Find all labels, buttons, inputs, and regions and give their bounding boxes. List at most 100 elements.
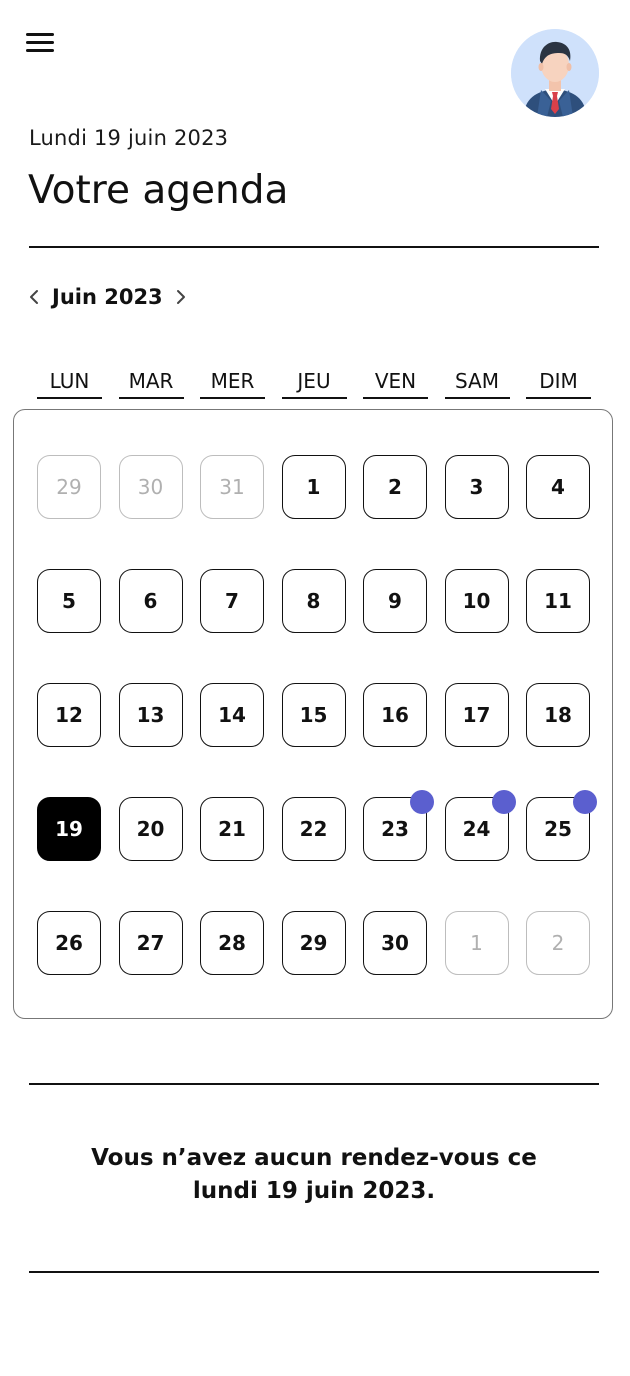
calendar-day[interactable]: 12 <box>37 683 101 747</box>
page-title: Votre agenda <box>28 168 289 213</box>
calendar-day[interactable]: 29 <box>281 911 346 975</box>
calendar-day-number: 9 <box>388 589 402 613</box>
calendar-day[interactable]: 15 <box>281 683 346 747</box>
calendar-grid: 29 30 31 1 2 3 4 5 6 7 8 9 10 11 12 13 14 15 16 17 18 19 20 21 2… <box>13 409 613 1019</box>
calendar-day[interactable]: 25 <box>526 790 597 861</box>
calendar-day-number: 1 <box>306 475 321 499</box>
calendar-day-number: 6 <box>143 589 158 613</box>
weekday-header: LUN MAR MER JEU VEN SAM DIM <box>37 369 592 401</box>
hamburger-menu-icon[interactable] <box>24 30 56 56</box>
calendar-day-number: 29 <box>299 931 328 955</box>
menu-bar <box>26 41 54 44</box>
weekday-label: VEN <box>363 369 428 399</box>
calendar-day-number: 4 <box>551 475 565 499</box>
calendar-day-number: 23 <box>381 817 409 841</box>
calendar-day-number: 24 <box>462 817 491 841</box>
weekday-label: LUN <box>37 369 102 399</box>
calendar-day[interactable]: 1 <box>444 911 509 975</box>
calendar-day[interactable]: 26 <box>37 911 101 975</box>
chevron-left-icon[interactable] <box>26 282 42 312</box>
calendar-day[interactable]: 14 <box>200 683 264 747</box>
calendar-day-number: 29 <box>56 475 82 499</box>
empty-message-line: Vous n’avez aucun rendez-vous ce <box>91 1145 537 1171</box>
calendar-day-number: 30 <box>137 475 164 499</box>
event-indicator-dot <box>573 790 597 814</box>
calendar-day[interactable]: 24 <box>444 790 516 861</box>
calendar-day-number: 2 <box>388 475 402 499</box>
weekday-label: JEU <box>281 369 347 399</box>
weekday-label: SAM <box>444 369 510 399</box>
calendar-day[interactable]: 28 <box>200 911 264 975</box>
calendar-day-number: 17 <box>462 703 491 727</box>
calendar-day[interactable]: 29 <box>37 455 101 519</box>
menu-bar <box>26 49 54 52</box>
calendar-day-number: 20 <box>136 817 165 841</box>
calendar-day[interactable]: 2 <box>526 911 590 975</box>
calendar-day[interactable]: 2 <box>363 455 427 519</box>
calendar-day-number: 10 <box>462 589 491 613</box>
calendar-day[interactable]: 6 <box>118 569 183 633</box>
calendar-day[interactable]: 27 <box>118 911 183 975</box>
calendar-day[interactable]: 17 <box>444 683 509 747</box>
calendar-day[interactable]: 23 <box>363 790 434 861</box>
calendar-day[interactable]: 21 <box>200 797 264 861</box>
calendar-day[interactable]: 10 <box>444 569 509 633</box>
user-avatar-icon[interactable] <box>511 29 599 117</box>
weekday-label: MER <box>200 369 265 399</box>
calendar-day[interactable]: 30 <box>118 455 183 519</box>
event-indicator-dot <box>410 790 434 814</box>
calendar-day-number: 21 <box>218 817 246 841</box>
calendar-day[interactable]: 22 <box>281 797 346 861</box>
calendar-day[interactable]: 30 <box>363 911 427 975</box>
avatar-illustration <box>511 29 599 117</box>
calendar-day-number: 7 <box>225 589 239 613</box>
empty-appointments-message: Vous n’avez aucun rendez-vous ce lundi 1… <box>29 1142 599 1208</box>
calendar-day-number: 31 <box>219 475 245 499</box>
calendar-day[interactable]: 4 <box>526 455 590 519</box>
month-navigation: Juin 2023 <box>26 282 189 312</box>
divider <box>29 246 599 248</box>
month-label: Juin 2023 <box>52 285 163 309</box>
weekday-label: DIM <box>526 369 591 399</box>
calendar-day-number: 25 <box>544 817 572 841</box>
calendar-day[interactable]: 20 <box>118 797 183 861</box>
calendar-day[interactable]: 3 <box>444 455 509 519</box>
calendar-day-number: 26 <box>55 931 83 955</box>
calendar-day[interactable]: 1 <box>281 455 346 519</box>
menu-bar <box>26 33 54 36</box>
calendar-day[interactable]: 31 <box>200 455 264 519</box>
calendar-day[interactable]: 5 <box>37 569 101 633</box>
calendar-day-number: 12 <box>55 703 83 727</box>
calendar-day-selected[interactable]: 19 <box>37 797 101 861</box>
calendar-day-number: 15 <box>299 703 328 727</box>
chevron-right-icon[interactable] <box>173 282 189 312</box>
calendar-day-number: 30 <box>381 931 409 955</box>
calendar-day-number: 11 <box>544 589 572 613</box>
event-indicator-dot <box>491 790 516 814</box>
calendar-day-number: 1 <box>470 931 483 955</box>
calendar-day-number: 22 <box>299 817 328 841</box>
calendar-day-number: 19 <box>55 817 83 841</box>
current-date: Lundi 19 juin 2023 <box>29 126 229 150</box>
calendar-day-number: 2 <box>551 931 565 955</box>
calendar-day[interactable]: 11 <box>526 569 590 633</box>
calendar-day-number: 3 <box>469 475 484 499</box>
calendar-day-number: 28 <box>218 931 246 955</box>
empty-message-line: lundi 19 juin 2023. <box>192 1178 436 1204</box>
calendar-day[interactable]: 7 <box>200 569 264 633</box>
divider <box>29 1271 599 1273</box>
calendar-day-number: 13 <box>136 703 165 727</box>
calendar-day[interactable]: 16 <box>363 683 427 747</box>
calendar-day-number: 5 <box>62 589 76 613</box>
calendar-day[interactable]: 9 <box>363 569 427 633</box>
calendar-day-number: 8 <box>306 589 321 613</box>
calendar-day-number: 14 <box>218 703 246 727</box>
calendar-day[interactable]: 18 <box>526 683 590 747</box>
calendar-day-number: 16 <box>381 703 409 727</box>
calendar-day-number: 18 <box>544 703 572 727</box>
weekday-label: MAR <box>118 369 184 399</box>
divider <box>29 1083 599 1085</box>
calendar-day[interactable]: 13 <box>118 683 183 747</box>
calendar-day[interactable]: 8 <box>281 569 346 633</box>
calendar-day-number: 27 <box>136 931 165 955</box>
